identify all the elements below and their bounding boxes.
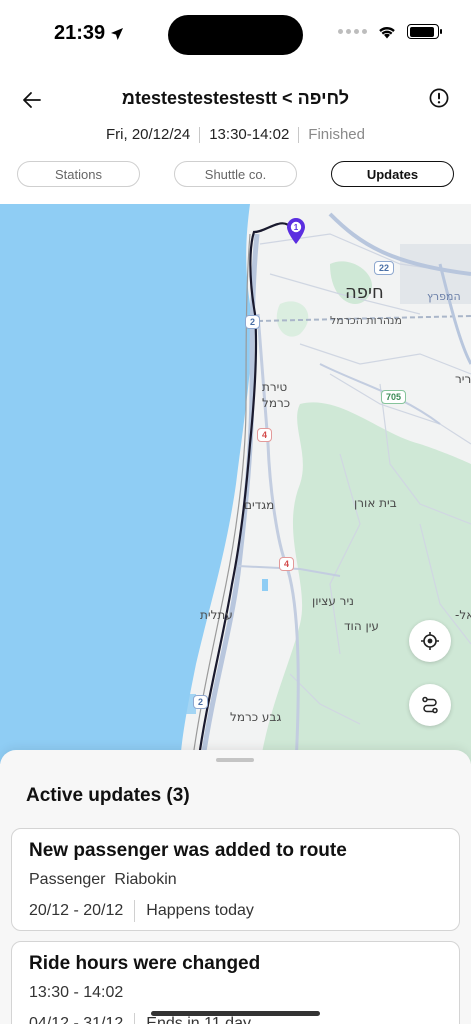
exclamation-circle-icon[interactable] bbox=[429, 88, 449, 108]
station-marker-number: 1 bbox=[294, 223, 299, 232]
map-label-edge-1: ריר bbox=[455, 372, 471, 386]
status-icons bbox=[338, 24, 442, 39]
pool bbox=[262, 579, 268, 591]
update-note: Ends in 11 day bbox=[146, 1015, 251, 1024]
ride-date: Fri, 20/12/24 bbox=[106, 126, 191, 143]
tab-updates[interactable]: Updates bbox=[331, 161, 454, 187]
update-card-dates: 20/12 - 20/12 Happens today bbox=[29, 900, 254, 922]
ride-header: מtestestestestestt < לחיפה Fri, 20/12/24… bbox=[0, 70, 471, 204]
ride-status: Finished bbox=[308, 126, 365, 143]
update-card[interactable]: New passenger was added to route Passeng… bbox=[11, 828, 460, 931]
tab-bar: Stations Shuttle co. Updates bbox=[17, 161, 454, 187]
road-shield-2: 2 bbox=[193, 695, 209, 709]
ride-title: מtestestestestestt < לחיפה bbox=[121, 88, 350, 108]
divider bbox=[134, 900, 136, 922]
forest-area bbox=[276, 301, 309, 337]
road-shield-705: 705 bbox=[381, 390, 407, 404]
road-shield-22: 22 bbox=[374, 261, 395, 275]
divider bbox=[199, 126, 201, 143]
map-label-geva-carmel: גבע כרמל bbox=[230, 710, 282, 724]
map-label-nir-etzion: ניר עציון bbox=[312, 594, 354, 608]
map-label-megadim: מגדים bbox=[244, 498, 275, 512]
road-shield-4: 4 bbox=[257, 428, 273, 442]
update-date-range: 04/12 - 31/12 bbox=[29, 1015, 124, 1024]
crosshair-icon bbox=[421, 632, 439, 650]
map-label-ein-hod: עין הוד bbox=[344, 619, 379, 633]
tab-stations[interactable]: Stations bbox=[17, 161, 140, 187]
sheet-grabber[interactable] bbox=[216, 758, 254, 762]
map-label-edge-2: אל- bbox=[455, 608, 471, 622]
map-label-tirat-carmel-1: טירת bbox=[262, 380, 288, 394]
arrow-left-icon[interactable] bbox=[20, 88, 44, 112]
tab-shuttle-co[interactable]: Shuttle co. bbox=[174, 161, 297, 187]
updates-title: Active updates (3) bbox=[26, 785, 190, 806]
recenter-button[interactable] bbox=[409, 620, 451, 662]
route-view-button[interactable] bbox=[409, 684, 451, 726]
ride-time-range: 13:30-14:02 bbox=[209, 126, 290, 143]
dynamic-island bbox=[168, 15, 303, 55]
update-detail-text: 13:30 - 14:02 bbox=[29, 984, 124, 1001]
route-map[interactable]: 1 חיפה מנהרות הכרמל המפרץ טירת כרמל ריר … bbox=[0, 204, 471, 764]
map-label-beit-oren: בית אורן bbox=[354, 496, 397, 510]
clock-label: 21:39 bbox=[54, 22, 106, 44]
map-label-edge-bay: המפרץ bbox=[427, 290, 461, 303]
battery-icon bbox=[407, 24, 442, 39]
status-bar: 21:39 bbox=[0, 0, 471, 70]
map-canvas bbox=[0, 204, 471, 764]
battery-fill bbox=[409, 26, 434, 37]
map-label-atlit: עתלית bbox=[200, 608, 233, 622]
divider bbox=[298, 126, 300, 143]
map-label-tirat-carmel-2: כרמל bbox=[262, 396, 291, 410]
wifi-icon bbox=[379, 27, 395, 39]
update-card-title: Ride hours were changed bbox=[29, 953, 261, 974]
home-indicator[interactable] bbox=[151, 1011, 320, 1016]
map-label-haifa: חיפה bbox=[345, 282, 384, 303]
update-card-title: New passenger was added to route bbox=[29, 840, 347, 861]
updates-sheet[interactable]: Active updates (3) New passenger was add… bbox=[0, 750, 471, 1024]
ride-subtitle: Fri, 20/12/24 13:30-14:02 Finished bbox=[0, 126, 471, 143]
update-detail-text: Passenger Riabokin bbox=[29, 871, 177, 888]
route-icon bbox=[422, 696, 438, 714]
road-shield-4: 4 bbox=[279, 557, 295, 571]
map-label-carmel-tunnels: מנהרות הכרמל bbox=[330, 314, 402, 327]
station-marker-pin[interactable]: 1 bbox=[285, 217, 307, 245]
update-date-range: 20/12 - 20/12 bbox=[29, 902, 124, 919]
status-time: 21:39 bbox=[54, 22, 125, 45]
update-note: Happens today bbox=[146, 902, 254, 919]
divider bbox=[134, 1013, 136, 1024]
update-card-detail: Passenger Riabokin bbox=[29, 871, 177, 889]
location-arrow-icon bbox=[111, 27, 124, 40]
signal-dots-icon bbox=[338, 29, 367, 34]
update-card-detail: 13:30 - 14:02 bbox=[29, 984, 123, 1002]
road-shield-2: 2 bbox=[245, 315, 261, 329]
